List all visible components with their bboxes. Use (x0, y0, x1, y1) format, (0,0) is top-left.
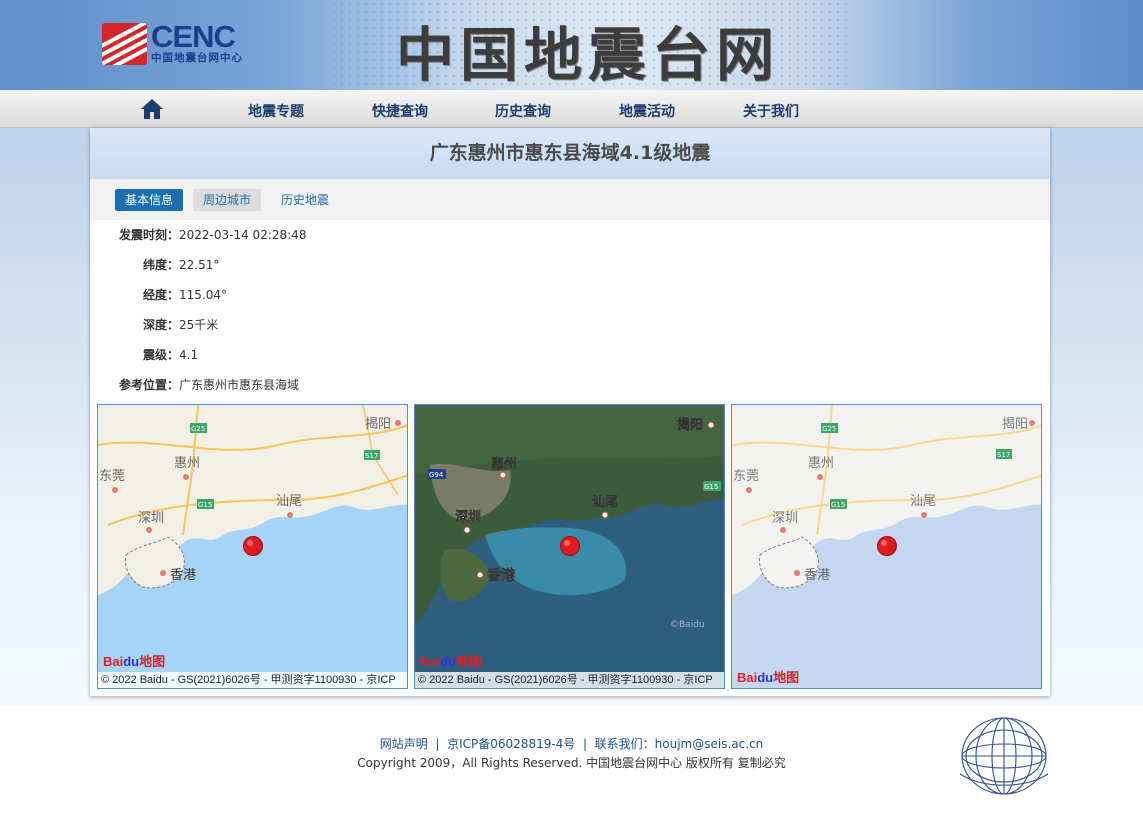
info-row-time: 发震时刻：2022-03-14 02:28:48 (90, 225, 306, 245)
tab-basic-info[interactable]: 基本信息 (115, 189, 184, 211)
info-label: 参考位置： (118, 378, 179, 392)
info-value: 22.51° (179, 258, 220, 272)
map-copyright: © 2022 Baidu - GS(2021)6026号 - 甲测资字11009… (415, 672, 724, 688)
footer: 网站声明 | 京ICP备06028819-4号 | 联系我们：houjm@sei… (0, 706, 1143, 840)
footer-link-contact[interactable]: 联系我们：houjm@seis.ac.cn (595, 737, 764, 751)
label-jieyang: 揭阳 (1002, 417, 1028, 432)
logo-subtext: 中国地震台网中心 (151, 52, 243, 64)
nav-item-about[interactable]: 关于我们 (743, 101, 799, 121)
event-card: 广东惠州市惠东县海域4.1级地震 基本信息 周边城市 历史地震 发震时刻：202… (90, 128, 1050, 696)
footer-separator: | (435, 737, 440, 751)
label-shanwei: 汕尾 (592, 494, 618, 510)
road-badge: G94 (429, 471, 444, 479)
home-icon[interactable] (140, 97, 164, 121)
info-row-location: 参考位置：广东惠州市惠东县海域 (90, 375, 299, 395)
nav-item-quick-search[interactable]: 快捷查询 (372, 101, 428, 121)
baidu-logo: Baidu地图 (737, 670, 800, 685)
label-shenzhen: 深圳 (455, 509, 481, 525)
label-hongkong: 香港 (486, 567, 516, 584)
baidu-logo: Baidu地图 (103, 654, 166, 669)
epicenter-marker[interactable] (243, 536, 263, 556)
road-badge: G25 (191, 425, 205, 433)
grey-map[interactable]: 东莞 惠州 深圳 汕尾 香港 揭阳 G25 G15 S17 Baidu地图 (731, 404, 1042, 689)
label-huizhou: 惠州 (808, 456, 834, 471)
info-label: 纬度： (142, 258, 179, 272)
road-badge: S17 (997, 451, 1010, 459)
map-copyright: © 2022 Baidu - GS(2021)6026号 - 甲测资字11009… (98, 672, 407, 688)
info-value: 25千米 (179, 318, 219, 332)
info-value: 2022-03-14 02:28:48 (179, 228, 307, 242)
label-jieyang: 揭阳 (365, 417, 391, 432)
nav-item-history-search[interactable]: 历史查询 (495, 101, 551, 121)
epicenter-marker[interactable] (877, 536, 897, 556)
header-banner: CENC 中国地震台网中心 中国地震台网 (0, 0, 1143, 90)
road-badge: G15 (831, 501, 845, 509)
footer-separator: | (582, 737, 587, 751)
info-row-depth: 深度：25千米 (90, 315, 218, 335)
satellite-watermark: ©Baidu (670, 620, 705, 630)
label-jieyang: 揭阳 (677, 417, 703, 433)
tab-nearby-cities[interactable]: 周边城市 (193, 189, 262, 211)
site-title: 中国地震台网 (396, 21, 781, 89)
label-hongkong: 香港 (170, 568, 196, 583)
footer-link-icp[interactable]: 京ICP备06028819-4号 (447, 737, 575, 751)
road-badge: G15 (198, 501, 212, 509)
label-huizhou: 惠州 (491, 456, 517, 472)
road-map[interactable]: 东莞 惠州 深圳 汕尾 香港 揭阳 G25 G15 S17 Baidu地图 © … (97, 404, 408, 689)
road-badge: G25 (822, 425, 836, 433)
satellite-map[interactable]: 惠州 深圳 汕尾 香港 揭阳 G94 G15 ©Baidu Baidu地图 © … (414, 404, 725, 689)
road-badge: G15 (704, 483, 718, 491)
info-value: 4.1 (179, 348, 199, 362)
info-label: 经度： (142, 288, 179, 302)
nav-item-topics[interactable]: 地震专题 (248, 101, 304, 121)
label-shanwei: 汕尾 (910, 494, 936, 509)
tab-historical-quakes[interactable]: 历史地震 (271, 189, 339, 211)
globe-icon (954, 714, 1050, 803)
event-title: 广东惠州市惠东县海域4.1级地震 (90, 128, 1050, 179)
label-shenzhen: 深圳 (772, 511, 798, 526)
label-shanwei: 汕尾 (276, 494, 302, 509)
info-label: 发震时刻： (118, 228, 179, 242)
info-label: 深度： (142, 318, 179, 332)
main-nav: 地震专题 快捷查询 历史查询 地震活动 关于我们 (0, 90, 1143, 128)
label-dongguan: 东莞 (733, 469, 759, 484)
logo-text: CENC (151, 19, 236, 54)
label-hongkong: 香港 (804, 568, 830, 583)
info-row-magnitude: 震级：4.1 (90, 345, 198, 365)
baidu-logo: Baidu地图 (420, 654, 483, 669)
cenc-logo-icon (102, 22, 147, 65)
event-tabs: 基本信息 周边城市 历史地震 (90, 179, 1050, 220)
cenc-logo[interactable]: CENC 中国地震台网中心 (102, 19, 243, 65)
info-value: 广东惠州市惠东县海域 (179, 378, 300, 392)
info-row-longitude: 经度：115.04° (90, 285, 227, 305)
epicenter-marker[interactable] (560, 536, 580, 556)
label-shenzhen: 深圳 (138, 511, 164, 526)
nav-item-activity[interactable]: 地震活动 (619, 101, 675, 121)
info-label: 震级： (142, 348, 179, 362)
info-row-latitude: 纬度：22.51° (90, 255, 219, 275)
info-value: 115.04° (179, 288, 227, 302)
footer-link-statement[interactable]: 网站声明 (380, 737, 428, 751)
label-dongguan: 东莞 (99, 469, 125, 484)
road-badge: S17 (365, 452, 378, 460)
label-huizhou: 惠州 (174, 456, 200, 471)
